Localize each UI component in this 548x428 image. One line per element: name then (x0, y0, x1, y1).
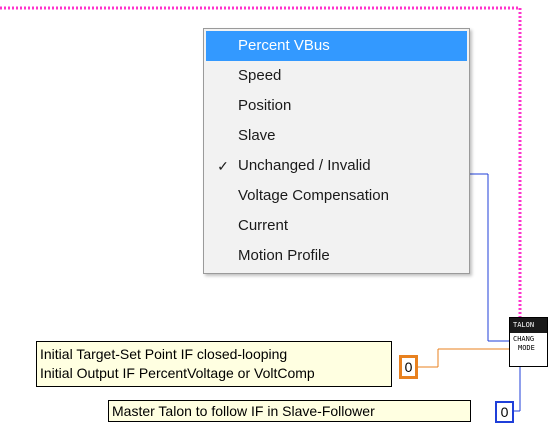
checkmark-icon: ✓ (217, 158, 229, 174)
menu-item-label: Speed (238, 67, 282, 84)
talon-block-title: TALON (510, 318, 547, 333)
menu-item-label: Position (238, 97, 292, 114)
menu-item-speed[interactable]: Speed (206, 61, 467, 91)
block-diagram-canvas: Percent VBus Speed Position Slave ✓ Unch… (0, 0, 548, 428)
menu-item-position[interactable]: Position (206, 91, 467, 121)
menu-item-label: Percent VBus (238, 37, 330, 54)
target-setpoint-comment[interactable]: Initial Target-Set Point IF closed-loopi… (36, 341, 392, 387)
menu-item-label: Voltage Compensation (238, 187, 389, 204)
talon-change-mode-block[interactable]: TALON CHANG MODE (509, 317, 548, 367)
master-talon-constant[interactable]: 0 (495, 401, 514, 423)
talon-block-subtitle-2: MODE (518, 344, 535, 352)
menu-item-slave[interactable]: Slave (206, 121, 467, 151)
comment-line-2: Initial Output IF PercentVoltage or Volt… (40, 365, 315, 381)
menu-item-label: Motion Profile (238, 247, 330, 264)
menu-item-percent-vbus[interactable]: Percent VBus (206, 31, 467, 61)
menu-item-motion-profile[interactable]: Motion Profile (206, 241, 467, 271)
menu-item-label: Slave (238, 127, 276, 144)
menu-item-unchanged-invalid[interactable]: ✓ Unchanged / Invalid (206, 151, 467, 181)
menu-item-label: Current (238, 217, 289, 234)
talon-block-subtitle-1: CHANG (513, 335, 535, 343)
menu-item-label: Unchanged / Invalid (238, 157, 371, 174)
target-value-constant[interactable]: 0 (399, 355, 418, 379)
master-blue-wire (514, 367, 521, 412)
master-talon-comment[interactable]: Master Talon to follow IF in Slave-Follo… (108, 400, 471, 422)
comment-line-1: Initial Target-Set Point IF closed-loopi… (40, 346, 288, 362)
target-orange-wire (418, 348, 509, 368)
menu-item-current[interactable]: Current (206, 211, 467, 241)
mode-blue-wire (470, 173, 509, 342)
control-mode-menu: Percent VBus Speed Position Slave ✓ Unch… (203, 28, 470, 274)
menu-item-voltage-compensation[interactable]: Voltage Compensation (206, 181, 467, 211)
